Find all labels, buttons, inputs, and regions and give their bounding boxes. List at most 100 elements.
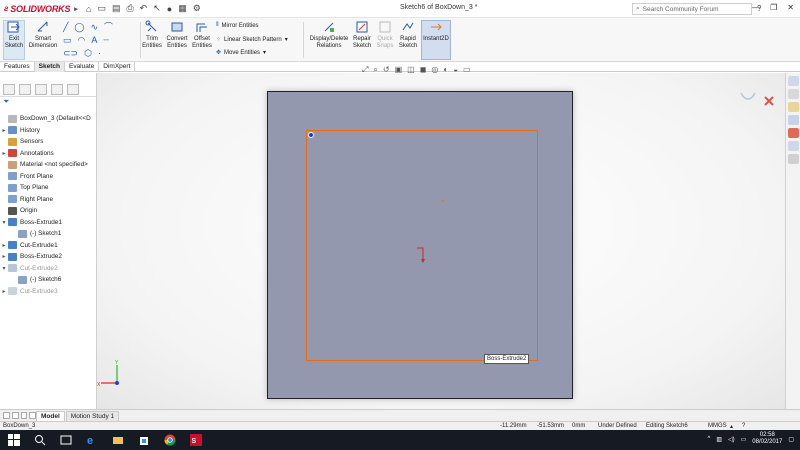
status-unit-system[interactable]: MMGS [708, 423, 727, 429]
tab-evaluate[interactable]: Evaluate [65, 62, 100, 72]
last-tab-icon[interactable] [29, 412, 36, 419]
minimize-icon[interactable]: — [752, 3, 760, 12]
select-icon[interactable]: ↖ [153, 3, 161, 14]
property-manager-tab-icon[interactable] [19, 84, 31, 95]
options-icon[interactable]: ⚙ [193, 3, 201, 14]
tree-item[interactable]: Front Plane [0, 171, 96, 183]
solidworks-forum-icon[interactable] [788, 154, 799, 164]
mirror-entities-button[interactable]: ⫴ Mirror Entities [216, 22, 259, 29]
volume-icon[interactable]: ◁) [728, 436, 735, 443]
save-icon[interactable]: ▤ [112, 3, 121, 14]
polygon-icon[interactable]: ⬡ [84, 47, 92, 60]
repair-sketch-button[interactable]: Repair Sketch [352, 20, 372, 50]
tree-item[interactable]: ▸ Boss-Extrude2 [0, 251, 96, 263]
tree-item[interactable]: ▾ Boss-Extrude1 [0, 217, 96, 229]
view-palette-icon[interactable] [788, 115, 799, 125]
close-icon[interactable]: ✕ [787, 3, 794, 12]
edit-appearance-icon[interactable]: ◐ [443, 65, 448, 75]
network-icon[interactable]: ▥ [716, 436, 722, 443]
display-delete-relations-button[interactable]: Display/Delete Relations [308, 20, 350, 50]
tree-item[interactable]: (-) Sketch1 [0, 228, 96, 240]
zoom-to-area-icon[interactable]: ⌕ [373, 65, 377, 75]
first-tab-icon[interactable] [3, 412, 10, 419]
tab-motion-study[interactable]: Motion Study 1 [65, 410, 120, 421]
edge-browser-icon[interactable]: e [86, 434, 98, 446]
arc-icon[interactable]: ◠ [78, 34, 86, 47]
centerline-icon[interactable]: ┄ [103, 34, 108, 47]
tree-item[interactable]: BoxDown_3 (Default<<D [0, 113, 96, 125]
help-status-icon[interactable]: ? [742, 423, 745, 429]
display-style-icon[interactable]: ◼ [420, 65, 427, 75]
sketch-plane-face[interactable]: ⌖ Boss-Extrude2 [267, 91, 573, 399]
tree-item[interactable]: ▸ Cut-Extrude3 [0, 286, 96, 298]
expand-arrow-icon[interactable]: ▸ [0, 242, 8, 249]
graphics-area[interactable]: ⤢ ⌕ ↺ ▣ ◫ ◼ ◎ ◐ ◒ ▭ ⌖ Boss-Extrude2 Y X [97, 65, 785, 409]
convert-entities-button[interactable]: Convert Entities [166, 20, 188, 50]
circle-icon[interactable]: ◯ [74, 21, 84, 34]
file-explorer-icon[interactable] [112, 434, 124, 446]
tab-dimxpert[interactable]: DimXpert [99, 62, 136, 72]
search-icon[interactable] [34, 434, 46, 446]
keyboard-icon[interactable]: ▭ [741, 436, 747, 443]
solidworks-resources-icon[interactable] [788, 76, 799, 86]
chevron-up-icon[interactable]: ^ [708, 436, 711, 442]
dimxpert-manager-tab-icon[interactable] [51, 84, 63, 95]
design-library-icon[interactable] [788, 89, 799, 99]
custom-properties-icon[interactable] [788, 141, 799, 151]
chrome-icon[interactable] [164, 434, 176, 446]
tab-model[interactable]: Model [36, 410, 65, 421]
notifications-icon[interactable]: ▢ [788, 436, 794, 443]
tab-features[interactable]: Features [0, 62, 35, 72]
instant2d-button[interactable]: Instant2D [422, 20, 450, 43]
apply-scene-icon[interactable]: ◒ [453, 65, 458, 75]
expand-arrow-icon[interactable]: ▾ [0, 219, 8, 226]
expand-arrow-icon[interactable]: ▸ [0, 150, 8, 157]
new-icon[interactable]: ⌂ [86, 4, 91, 14]
previous-view-icon[interactable]: ↺ [383, 65, 390, 75]
quick-snaps-button[interactable]: Quick Snaps [376, 20, 394, 50]
tab-sketch[interactable]: Sketch [34, 62, 65, 72]
display-manager-tab-icon[interactable] [67, 84, 79, 95]
expand-arrow-icon[interactable]: ▸ [0, 253, 8, 260]
text-icon[interactable]: A [91, 34, 97, 47]
point-icon[interactable]: · [98, 47, 101, 60]
open-icon[interactable]: ▭ [97, 3, 106, 14]
tree-item[interactable]: Material <not specified> [0, 159, 96, 171]
tree-item[interactable]: ▸ Annotations [0, 148, 96, 160]
tree-item[interactable]: ▸ History [0, 125, 96, 137]
solidworks-logo[interactable]: ƨ SOLIDWORKS ▸ [0, 4, 86, 14]
slot-icon[interactable]: ⊂⊃ [63, 47, 78, 60]
expand-arrow-icon[interactable]: ▸ [0, 288, 8, 295]
appearances-icon[interactable] [788, 128, 799, 138]
tree-item[interactable]: Origin [0, 205, 96, 217]
rectangle-icon[interactable]: ▭ [63, 34, 72, 47]
tree-item[interactable]: Top Plane [0, 182, 96, 194]
store-icon[interactable] [138, 434, 150, 446]
move-entities-button[interactable]: ✥ Move Entities ▾ [216, 49, 266, 57]
line-icon[interactable]: ╱ [63, 21, 68, 34]
offset-entities-button[interactable]: Offset Entities [191, 20, 213, 50]
expand-arrow-icon[interactable]: ▾ [0, 265, 8, 272]
sketch-endpoint[interactable] [308, 132, 314, 138]
tree-item[interactable]: (-) Sketch6 [0, 274, 96, 286]
trim-entities-button[interactable]: Trim Entities [142, 20, 162, 50]
view-settings-icon[interactable]: ▭ [463, 65, 471, 75]
expand-arrow-icon[interactable]: ▸ [0, 127, 8, 134]
print-icon[interactable]: ⎙ [126, 3, 133, 14]
tree-item[interactable]: ▸ Cut-Extrude1 [0, 240, 96, 252]
rapid-sketch-button[interactable]: Rapid Sketch [398, 20, 418, 50]
filter-icon[interactable]: ⏷ [0, 97, 96, 107]
next-tab-icon[interactable] [20, 412, 28, 419]
exit-sketch-button[interactable]: Exit Sketch [4, 20, 24, 50]
tree-item[interactable]: ▾ Cut-Extrude2 [0, 263, 96, 275]
undo-icon[interactable]: ↶ [140, 3, 148, 14]
zoom-to-fit-icon[interactable]: ⤢ [362, 65, 368, 75]
solidworks-taskbar-icon[interactable]: S [190, 434, 202, 446]
hide-show-items-icon[interactable]: ◎ [431, 65, 438, 75]
menu-arrow-icon[interactable]: ▸ [74, 5, 78, 13]
spline-icon[interactable]: ∿ [91, 21, 99, 34]
chevron-up-icon[interactable]: ▴ [730, 423, 733, 430]
file-explorer-icon[interactable] [788, 102, 799, 112]
tree-item[interactable]: Sensors [0, 136, 96, 148]
configuration-manager-tab-icon[interactable] [35, 84, 47, 95]
